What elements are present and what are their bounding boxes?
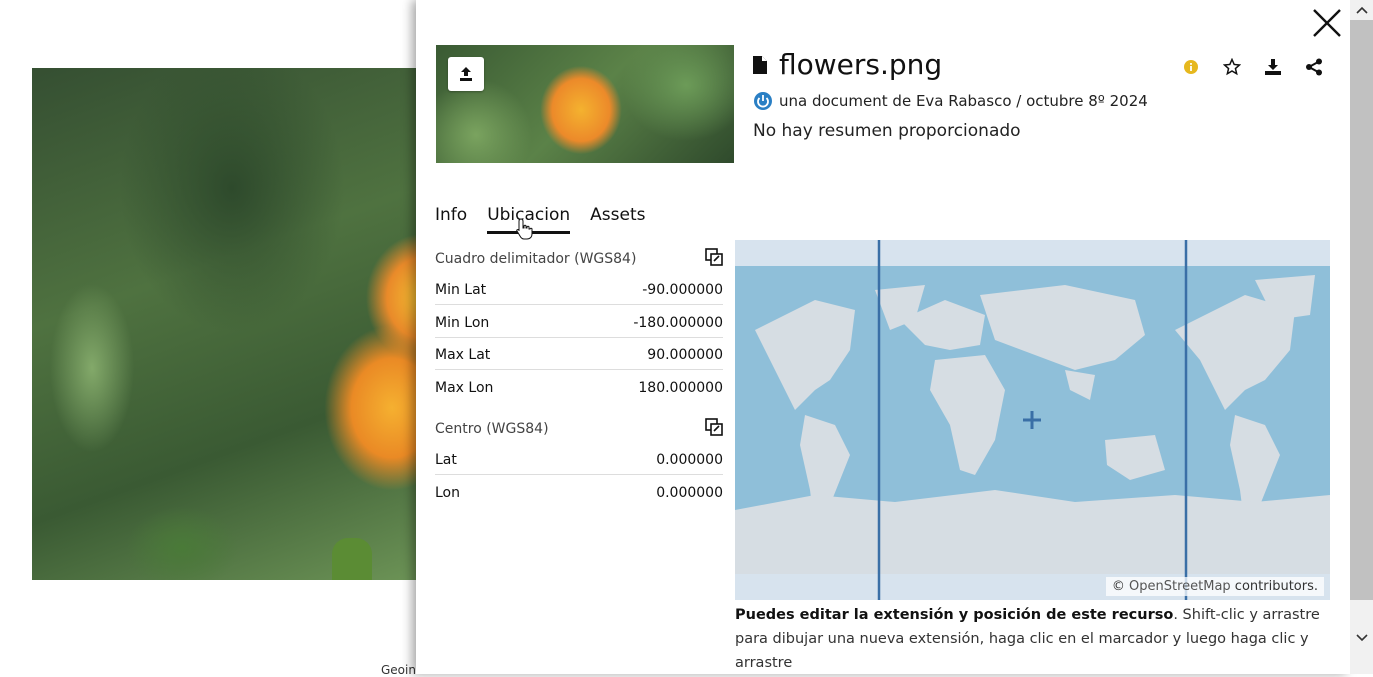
tab-info[interactable]: Info [435, 205, 467, 234]
map-help-text: Puedes editar la extensión y posición de… [735, 607, 1320, 671]
osm-link[interactable]: OpenStreetMap [1129, 579, 1231, 594]
extent-map[interactable]: © OpenStreetMap contributors. [735, 240, 1330, 600]
center-header: Centro (WGS84) [435, 418, 723, 440]
share-icon [1306, 58, 1322, 76]
copy-icon [705, 418, 723, 436]
favorite-button[interactable] [1220, 56, 1244, 78]
copy-center-button[interactable] [705, 418, 723, 440]
info-button[interactable] [1179, 56, 1203, 78]
resource-drawer: flowers.png una document de Eva Rabasco … [416, 0, 1350, 674]
copy-bbox-button[interactable] [705, 248, 723, 270]
owner-power-icon [754, 92, 772, 110]
resource-owner-date[interactable]: una document de Eva Rabasco / octubre 8º… [779, 92, 1148, 110]
file-icon [753, 55, 767, 74]
copy-icon [705, 248, 723, 266]
mouse-cursor [516, 218, 534, 244]
tab-assets[interactable]: Assets [590, 205, 645, 234]
bbox-row: Min Lon -180.000000 [435, 309, 723, 338]
scroll-down-button[interactable] [1350, 628, 1373, 648]
detail-tabs: Info Ubicacion Assets [435, 205, 645, 234]
center-row: Lon 0.000000 [435, 485, 723, 501]
map-attribution: © OpenStreetMap contributors. [1105, 577, 1324, 596]
flower-stem [332, 538, 372, 580]
title-row: flowers.png [753, 48, 942, 81]
resource-abstract: No hay resumen proporcionado [753, 121, 1021, 141]
download-button[interactable] [1261, 56, 1285, 78]
star-icon [1223, 58, 1241, 76]
bbox-header: Cuadro delimitador (WGS84) [435, 248, 723, 270]
center-title: Centro (WGS84) [435, 421, 549, 437]
bbox-row: Min Lat -90.000000 [435, 276, 723, 305]
info-icon [1184, 60, 1198, 74]
close-icon [1313, 9, 1341, 37]
world-map [735, 240, 1330, 600]
background-photo [32, 68, 416, 580]
resource-actions [1179, 56, 1326, 78]
chevron-up-icon [1355, 6, 1368, 14]
scrollbar[interactable] [1350, 0, 1373, 674]
resource-meta: una document de Eva Rabasco / octubre 8º… [753, 91, 1148, 111]
chevron-down-icon [1355, 634, 1368, 642]
bbox-row: Max Lon 180.000000 [435, 380, 723, 396]
bbox-title: Cuadro delimitador (WGS84) [435, 251, 637, 267]
scroll-thumb[interactable] [1350, 20, 1373, 600]
upload-thumbnail-button[interactable] [448, 57, 484, 91]
scroll-up-button[interactable] [1350, 0, 1373, 20]
resource-thumbnail [436, 45, 734, 163]
bbox-row: Max Lat 90.000000 [435, 341, 723, 370]
center-row: Lat 0.000000 [435, 446, 723, 475]
page-title: flowers.png [779, 48, 943, 81]
upload-icon [460, 67, 472, 81]
download-icon [1265, 59, 1281, 75]
hand-pointer-icon [516, 218, 533, 240]
close-button[interactable] [1310, 6, 1344, 40]
share-button[interactable] [1302, 56, 1326, 78]
